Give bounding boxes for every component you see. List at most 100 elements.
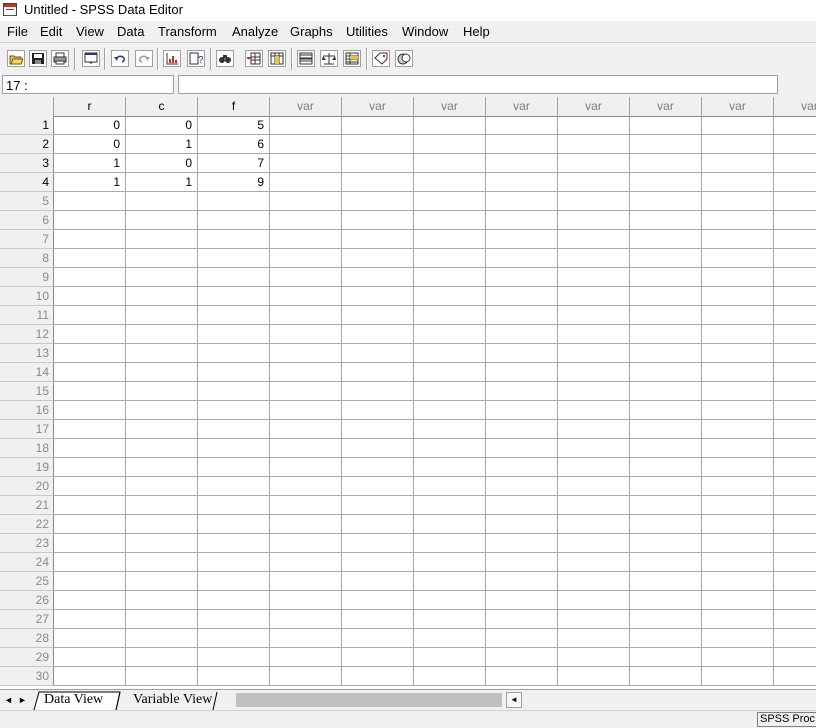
data-cell[interactable] <box>558 496 630 515</box>
data-cell[interactable] <box>342 420 414 439</box>
data-cell[interactable] <box>486 629 558 648</box>
row-number[interactable]: 24 <box>0 553 54 572</box>
data-cell[interactable] <box>558 420 630 439</box>
data-cell[interactable] <box>558 268 630 287</box>
data-cell[interactable] <box>270 306 342 325</box>
data-cell[interactable] <box>198 496 270 515</box>
row-number[interactable]: 25 <box>0 572 54 591</box>
redo-icon[interactable] <box>135 50 153 67</box>
data-cell[interactable] <box>774 363 816 382</box>
data-cell[interactable] <box>774 325 816 344</box>
grid-corner[interactable] <box>0 97 54 116</box>
data-cell[interactable] <box>630 306 702 325</box>
data-cell[interactable] <box>558 173 630 192</box>
data-cell[interactable] <box>342 591 414 610</box>
data-cell[interactable] <box>414 382 486 401</box>
data-cell[interactable] <box>486 306 558 325</box>
data-cell[interactable] <box>126 629 198 648</box>
data-cell[interactable] <box>414 363 486 382</box>
tab-variable-view[interactable]: Variable View <box>133 691 212 709</box>
data-cell[interactable] <box>558 249 630 268</box>
data-cell[interactable] <box>414 287 486 306</box>
undo-icon[interactable] <box>111 50 129 67</box>
data-cell[interactable] <box>198 192 270 211</box>
data-cell[interactable] <box>126 268 198 287</box>
data-cell[interactable] <box>270 135 342 154</box>
data-cell[interactable] <box>342 648 414 667</box>
data-cell[interactable] <box>486 211 558 230</box>
data-cell[interactable] <box>774 401 816 420</box>
data-cell[interactable] <box>342 306 414 325</box>
data-cell[interactable] <box>630 401 702 420</box>
row-number[interactable]: 20 <box>0 477 54 496</box>
data-cell[interactable] <box>198 325 270 344</box>
data-cell[interactable] <box>414 515 486 534</box>
open-icon[interactable] <box>7 50 25 67</box>
data-cell[interactable] <box>486 591 558 610</box>
row-number[interactable]: 5 <box>0 192 54 211</box>
data-cell[interactable] <box>54 477 126 496</box>
data-cell[interactable] <box>486 496 558 515</box>
goto-chart-icon[interactable] <box>163 50 181 67</box>
data-cell[interactable] <box>486 401 558 420</box>
data-cell[interactable] <box>126 439 198 458</box>
column-header-var[interactable]: var <box>558 97 630 116</box>
row-number[interactable]: 18 <box>0 439 54 458</box>
data-cell[interactable] <box>54 287 126 306</box>
data-cell[interactable] <box>54 344 126 363</box>
data-cell[interactable]: 1 <box>126 135 198 154</box>
data-cell[interactable] <box>486 477 558 496</box>
data-cell[interactable] <box>486 192 558 211</box>
row-number[interactable]: 2 <box>0 135 54 154</box>
row-number[interactable]: 11 <box>0 306 54 325</box>
data-cell[interactable] <box>270 553 342 572</box>
data-cell[interactable] <box>270 439 342 458</box>
data-cell[interactable] <box>702 306 774 325</box>
row-number[interactable]: 8 <box>0 249 54 268</box>
data-cell[interactable]: 9 <box>198 173 270 192</box>
data-cell[interactable] <box>486 382 558 401</box>
data-cell[interactable] <box>414 439 486 458</box>
menu-file[interactable]: File <box>7 24 28 39</box>
data-cell[interactable] <box>558 363 630 382</box>
find-icon[interactable] <box>216 50 234 67</box>
data-cell[interactable] <box>630 268 702 287</box>
data-cell[interactable] <box>702 515 774 534</box>
data-cell[interactable] <box>198 591 270 610</box>
data-cell[interactable] <box>630 458 702 477</box>
data-cell[interactable] <box>414 249 486 268</box>
data-cell[interactable] <box>702 268 774 287</box>
data-cell[interactable] <box>126 515 198 534</box>
data-cell[interactable] <box>702 496 774 515</box>
insert-variable-icon[interactable] <box>268 50 286 67</box>
data-cell[interactable] <box>774 173 816 192</box>
data-cell[interactable] <box>630 439 702 458</box>
data-cell[interactable] <box>198 268 270 287</box>
data-cell[interactable] <box>126 534 198 553</box>
data-cell[interactable] <box>54 420 126 439</box>
data-cell[interactable] <box>270 648 342 667</box>
data-cell[interactable] <box>126 192 198 211</box>
data-cell[interactable] <box>126 667 198 686</box>
data-cell[interactable] <box>198 648 270 667</box>
row-number[interactable]: 22 <box>0 515 54 534</box>
data-cell[interactable] <box>54 610 126 629</box>
data-cell[interactable] <box>630 382 702 401</box>
row-number[interactable]: 16 <box>0 401 54 420</box>
row-number[interactable]: 23 <box>0 534 54 553</box>
data-cell[interactable] <box>702 363 774 382</box>
data-cell[interactable] <box>630 496 702 515</box>
data-cell[interactable] <box>558 591 630 610</box>
data-cell[interactable] <box>198 382 270 401</box>
data-cell[interactable] <box>774 591 816 610</box>
data-cell[interactable] <box>54 249 126 268</box>
data-cell[interactable] <box>198 344 270 363</box>
data-cell[interactable] <box>270 477 342 496</box>
data-cell[interactable] <box>126 496 198 515</box>
data-cell[interactable] <box>414 211 486 230</box>
data-cell[interactable] <box>774 439 816 458</box>
tab-scrollbar[interactable] <box>236 693 502 707</box>
data-cell[interactable] <box>774 553 816 572</box>
menu-utilities[interactable]: Utilities <box>346 24 388 39</box>
data-cell[interactable] <box>630 648 702 667</box>
